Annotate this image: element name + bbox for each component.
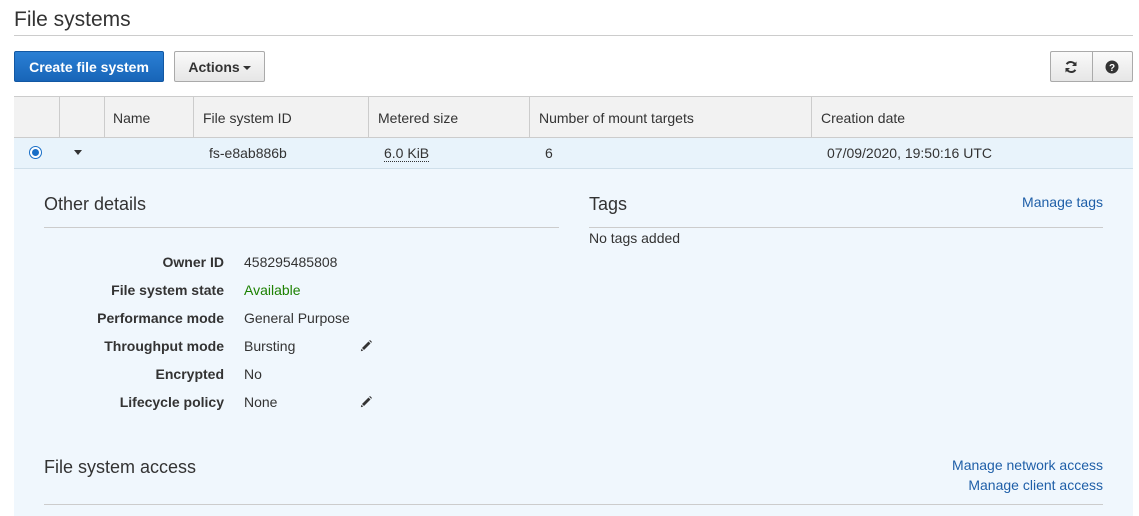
throughput-mode-value: Bursting: [244, 338, 296, 354]
column-header-mount-targets[interactable]: Number of mount targets: [539, 97, 694, 137]
other-details-title: Other details: [44, 194, 147, 214]
help-button[interactable]: ?: [1091, 51, 1133, 82]
lifecycle-policy-label: Lifecycle policy: [119, 394, 224, 410]
column-divider: [193, 97, 194, 137]
performance-mode-value: General Purpose: [244, 310, 350, 326]
column-divider: [811, 97, 812, 137]
refresh-icon: [1065, 60, 1077, 73]
other-details-divider: [44, 227, 559, 228]
owner-id-value: 458295485808: [244, 254, 338, 270]
no-tags-text: No tags added: [589, 230, 681, 246]
detail-panel: Other details Owner ID 458295485808 File…: [14, 169, 1133, 516]
manage-client-access-link[interactable]: Manage client access: [968, 477, 1103, 493]
performance-mode-label: Performance mode: [97, 310, 224, 326]
title-divider: [14, 35, 1133, 36]
column-divider: [59, 97, 60, 137]
encrypted-label: Encrypted: [155, 366, 224, 382]
column-header-file-system-id[interactable]: File system ID: [203, 97, 292, 137]
actions-label: Actions: [188, 58, 240, 75]
tags-title: Tags: [589, 194, 628, 214]
cell-file-system-id: fs-e8ab886b: [209, 145, 287, 161]
file-system-state-value: Available: [244, 282, 301, 298]
column-header-name[interactable]: Name: [113, 97, 150, 137]
refresh-button[interactable]: [1050, 51, 1092, 82]
encrypted-value: No: [244, 366, 262, 382]
create-file-system-button[interactable]: Create file system: [14, 51, 164, 82]
manage-tags-link[interactable]: Manage tags: [1022, 194, 1103, 210]
edit-throughput-pencil-icon[interactable]: [359, 339, 373, 353]
cell-mount-targets: 6: [545, 145, 553, 161]
column-divider: [104, 97, 105, 137]
owner-id-label: Owner ID: [162, 254, 224, 270]
row-select-radio[interactable]: [29, 146, 42, 159]
toolbar-icon-group: ?: [1050, 51, 1133, 82]
actions-dropdown-button[interactable]: Actions: [174, 51, 265, 82]
table-row[interactable]: fs-e8ab886b 6.0 KiB 6 07/09/2020, 19:50:…: [14, 138, 1133, 169]
edit-lifecycle-pencil-icon[interactable]: [359, 395, 373, 409]
metered-size-value[interactable]: 6.0 KiB: [384, 145, 430, 162]
throughput-mode-label: Throughput mode: [104, 338, 224, 354]
page-title: File systems: [14, 8, 131, 31]
column-divider: [368, 97, 369, 137]
access-divider: [44, 504, 1103, 505]
expand-caret-icon[interactable]: [74, 150, 82, 155]
file-system-access-title: File system access: [44, 457, 197, 477]
cell-creation-date: 07/09/2020, 19:50:16 UTC: [827, 145, 993, 161]
tags-divider: [589, 227, 1103, 228]
lifecycle-policy-value: None: [244, 394, 278, 410]
column-divider: [529, 97, 530, 137]
file-system-state-label: File system state: [111, 282, 224, 298]
svg-text:?: ?: [1109, 63, 1115, 74]
cell-metered-size[interactable]: 6.0 KiB: [384, 138, 430, 168]
column-header-metered-size[interactable]: Metered size: [378, 97, 458, 137]
caret-down-icon: [242, 65, 251, 70]
table-header: Name File system ID Metered size Number …: [14, 96, 1133, 138]
manage-network-access-link[interactable]: Manage network access: [952, 457, 1103, 473]
column-header-creation-date[interactable]: Creation date: [821, 97, 905, 137]
help-icon: ?: [1105, 60, 1119, 74]
